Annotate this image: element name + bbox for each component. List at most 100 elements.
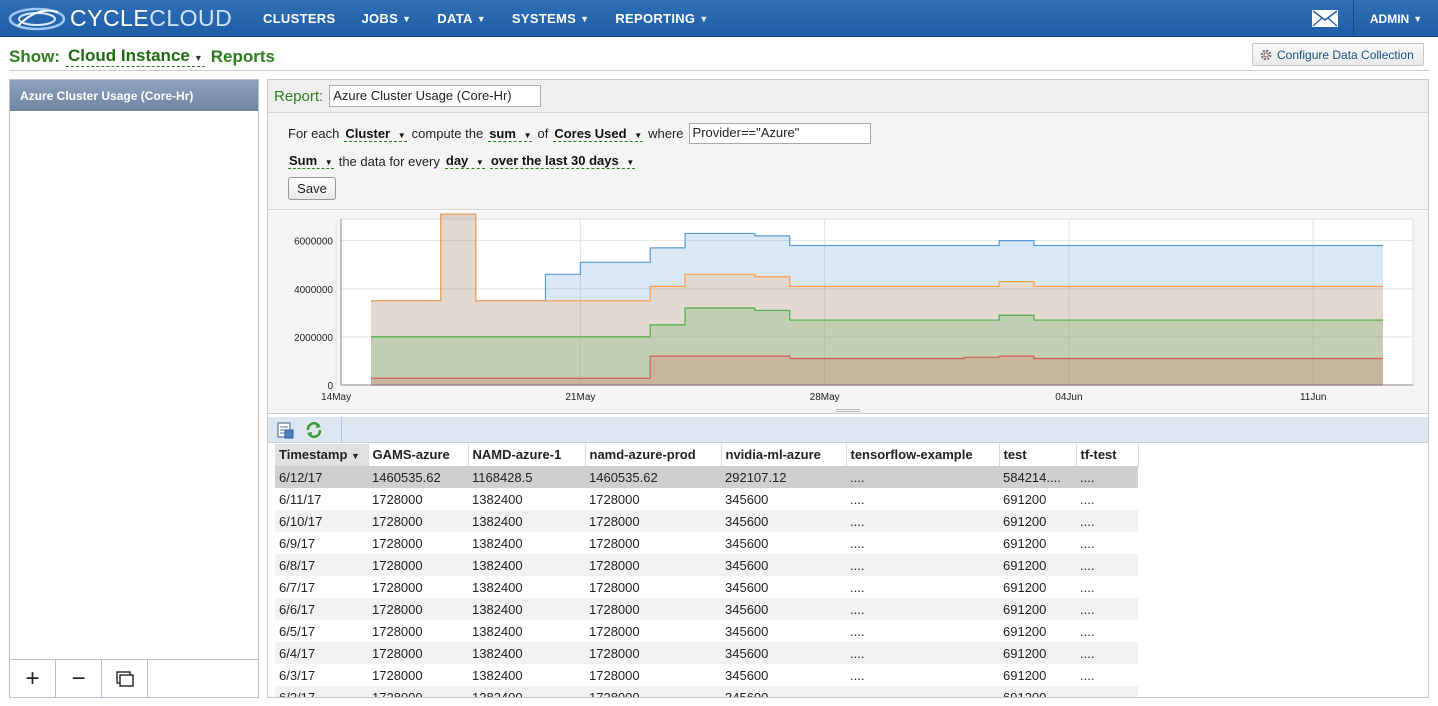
table-cell: 6/10/17 — [275, 510, 368, 532]
time-range-dropdown[interactable]: over the last 30 days ▼ — [489, 153, 636, 169]
table-cell: .... — [846, 642, 999, 664]
caret-down-icon: ▼ — [193, 53, 203, 63]
table-cell: 691200 — [999, 642, 1076, 664]
nav-data[interactable]: DATA ▼ — [424, 0, 499, 37]
table-cell: 1728000 — [589, 623, 640, 639]
column-header-namd-azure-1[interactable]: NAMD-azure-1 — [468, 444, 586, 467]
save-button[interactable]: Save — [288, 177, 336, 200]
reports-label: Reports — [210, 46, 276, 66]
column-header-tf-test[interactable]: tf-test — [1076, 444, 1139, 467]
nav-reporting[interactable]: REPORTING ▼ — [602, 0, 721, 37]
export-icon[interactable] — [276, 421, 294, 439]
table-row[interactable]: 6/7/17 1728000 1382400 1728000 345600.... 691… — [275, 576, 1138, 598]
nav-jobs[interactable]: JOBS ▼ — [348, 0, 424, 37]
column-header-nvidia-ml-azure[interactable]: nvidia-ml-azure — [721, 444, 847, 467]
caret-down-icon: ▼ — [634, 130, 643, 140]
y-tick-label: 2000000 — [294, 333, 333, 344]
where-filter-input[interactable]: Provider=="Azure" — [688, 123, 871, 144]
column-header-timestamp[interactable]: Timestamp ▼ — [275, 444, 369, 467]
table-cell: 1728000 — [368, 554, 468, 576]
sort-desc-icon: ▼ — [351, 451, 360, 462]
table-cell: 345600 — [721, 510, 846, 532]
table-row[interactable]: 6/3/17 1728000 1382400 1728000 345600.... 691… — [275, 664, 1138, 686]
group-by-dropdown[interactable]: Cluster ▼ — [344, 126, 407, 142]
resize-handle[interactable] — [836, 409, 860, 412]
table-cell: 1728000 — [368, 510, 468, 532]
column-header-tensorflow-example[interactable]: tensorflow-example — [846, 444, 1000, 467]
y-tick-label: 0 — [327, 381, 333, 392]
remove-report-button[interactable]: − — [56, 660, 102, 697]
table-cell: .... — [1076, 554, 1138, 576]
admin-menu[interactable]: ADMIN ▼ — [1353, 0, 1438, 37]
table-cell: .... — [1080, 667, 1095, 683]
table-row[interactable]: 6/12/17 1460535.62 1168428.5 1460535.62 2921… — [275, 466, 1138, 488]
table-header-row: Timestamp ▼ GAMS-azure NAMD-azure-1 namd-az… — [275, 444, 1139, 467]
nav-systems[interactable]: SYSTEMS ▼ — [499, 0, 602, 37]
mail-icon[interactable] — [1312, 10, 1338, 27]
query-text: compute the — [411, 126, 484, 141]
table-row[interactable]: 6/9/17 1728000 1382400 1728000 345600.... 691… — [275, 532, 1138, 554]
table-cell: 345600 — [725, 535, 769, 551]
table-cell: .... — [846, 466, 999, 488]
table-row[interactable]: 6/6/17 1728000 1382400 1728000 345600.... 691… — [275, 598, 1138, 620]
report-type-dropdown[interactable]: Cloud Instance ▼ — [66, 46, 205, 67]
report-data-table: Timestamp ▼ GAMS-azure NAMD-azure-1 namd-az… — [275, 444, 1139, 697]
table-cell: 691200 — [1003, 623, 1047, 639]
table-cell: 1728000 — [585, 598, 721, 620]
rollup-dropdown[interactable]: Sum ▼ — [288, 153, 334, 169]
column-header-test[interactable]: test — [999, 444, 1077, 467]
table-row[interactable]: 6/8/17 1728000 1382400 1728000 345600.... 691… — [275, 554, 1138, 576]
table-cell: 1382400 — [472, 491, 523, 507]
table-row[interactable]: 6/2/17 1728000 1382400 1728000 345600.... 691… — [275, 686, 1138, 697]
report-name-label: Report: — [274, 87, 324, 105]
table-cell: 1168428.5 — [468, 466, 585, 488]
report-list-item[interactable]: Azure Cluster Usage (Core-Hr) — [10, 80, 258, 111]
add-report-button[interactable]: + — [10, 660, 56, 697]
aggregate-dropdown[interactable]: sum ▼ — [488, 126, 533, 142]
table-cell: 1728000 — [372, 623, 423, 639]
table-cell: 691200 — [1003, 579, 1047, 595]
table-cell: 1728000 — [372, 491, 423, 507]
caret-down-icon: ▼ — [402, 13, 412, 24]
table-row[interactable]: 6/10/17 1728000 1382400 1728000 345600.... 69… — [275, 510, 1138, 532]
caret-down-icon: ▼ — [324, 158, 333, 167]
table-row[interactable]: 6/5/17 1728000 1382400 1728000 345600.... 691… — [275, 620, 1138, 642]
table-cell: 1728000 — [589, 535, 640, 551]
table-cell: .... — [846, 686, 999, 697]
copy-report-button[interactable] — [102, 660, 148, 697]
interval-dropdown[interactable]: day ▼ — [444, 153, 485, 169]
metric-dropdown[interactable]: Cores Used ▼ — [553, 126, 644, 142]
table-cell: 691200 — [1003, 667, 1047, 683]
table-cell: .... — [1076, 510, 1138, 532]
nav-clusters[interactable]: CLUSTERS — [250, 0, 348, 37]
table-row[interactable]: 6/4/17 1728000 1382400 1728000 345600.... 691… — [275, 642, 1138, 664]
table-cell: 691200 — [1003, 491, 1047, 507]
table-cell: 1382400 — [472, 579, 523, 595]
caret-down-icon: ▼ — [476, 13, 486, 24]
table-cell: .... — [850, 535, 865, 551]
column-header-namd-azure-prod[interactable]: namd-azure-prod — [585, 444, 722, 467]
configure-data-collection-button[interactable]: Configure Data Collection — [1252, 43, 1424, 66]
x-tick-label: 11Jun — [1300, 392, 1327, 403]
table-cell: 1728000 — [585, 510, 721, 532]
refresh-icon[interactable] — [305, 421, 323, 439]
table-cell: 1382400 — [468, 510, 585, 532]
minus-icon: − — [71, 664, 86, 692]
query-text: of — [537, 126, 549, 141]
table-cell: 345600 — [725, 623, 769, 639]
table-cell: 1382400 — [468, 686, 585, 697]
table-cell: 691200 — [999, 598, 1076, 620]
table-row[interactable]: 6/11/17 1728000 1382400 1728000 345600.... 69… — [275, 488, 1138, 510]
report-name-input[interactable]: Azure Cluster Usage (Core-Hr) — [329, 85, 542, 107]
column-header-gams-azure[interactable]: GAMS-azure — [368, 444, 469, 467]
table-cell: 584214.... — [999, 466, 1076, 488]
table-cell: 345600 — [721, 554, 846, 576]
table-cell: 6/11/17 — [279, 491, 322, 507]
show-selector-line: Show: Cloud Instance ▼ Reports — [9, 46, 275, 67]
table-cell: 345600 — [721, 686, 846, 697]
table-cell: 292107.12 — [721, 466, 846, 488]
table-cell: .... — [850, 579, 865, 595]
table-cell: 6/8/17 — [275, 554, 368, 576]
cyclecloud-logo[interactable]: CYCLECLOUD — [8, 2, 232, 35]
table-cell: 1728000 — [589, 491, 640, 507]
